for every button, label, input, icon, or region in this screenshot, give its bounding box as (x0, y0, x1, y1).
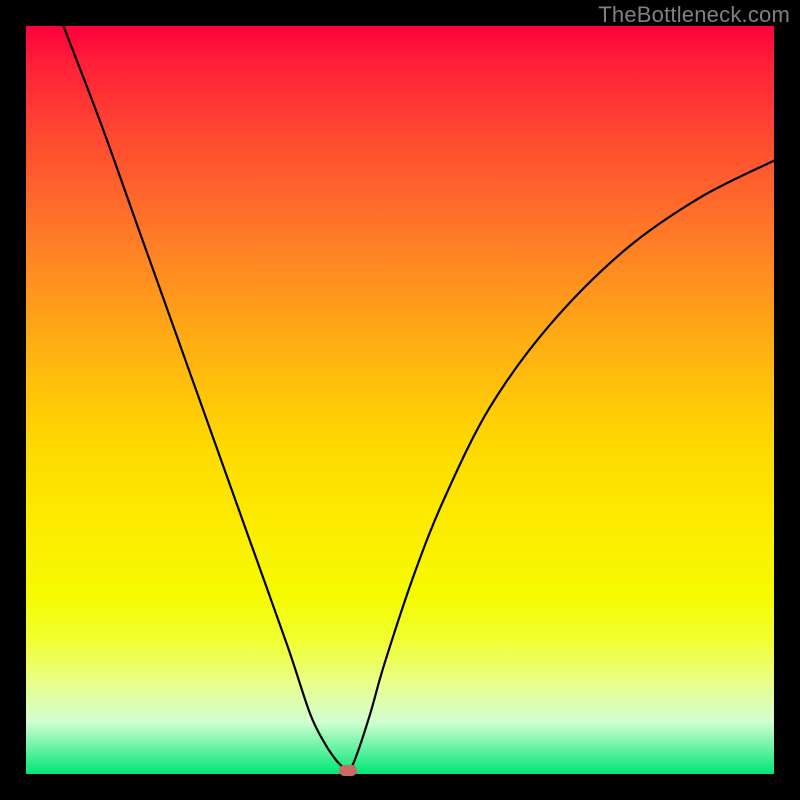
plot-area (26, 26, 774, 774)
watermark-text: TheBottleneck.com (598, 2, 790, 28)
target-marker (339, 765, 357, 776)
bottleneck-curve (26, 26, 774, 774)
